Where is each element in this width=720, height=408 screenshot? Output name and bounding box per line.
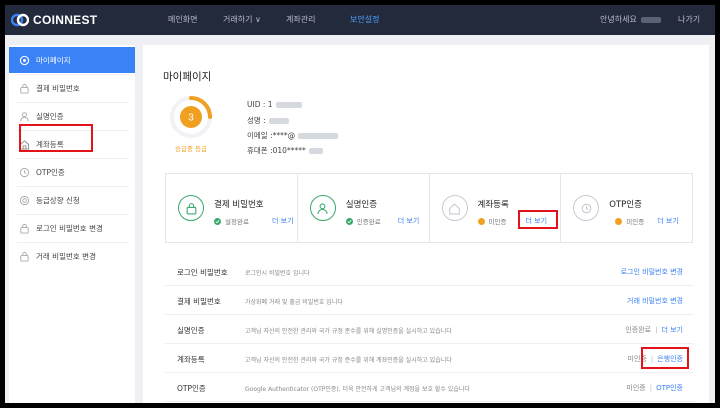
card-title: 결제 비밀번호 bbox=[214, 200, 264, 210]
row-name: 로그인 비밀번호 bbox=[177, 268, 228, 277]
card-otp: OTP인증 미인증 더 보기 bbox=[561, 174, 692, 242]
sidebar-item-label: 등급상향 신청 bbox=[36, 195, 80, 205]
coinnest-logo-icon bbox=[11, 12, 29, 28]
card-more-link[interactable]: 더 보기 bbox=[657, 216, 679, 226]
logout-link[interactable]: 나가기 bbox=[678, 14, 700, 25]
row-name: OTP인증 bbox=[177, 384, 206, 393]
main-panel: 마이페이지 3 승급중 등급 UID : 1 성명 : 이메일 :****@ 휴… bbox=[143, 45, 709, 403]
row-description: 가상화폐 거래 및 출금 비밀번호 입니다 bbox=[245, 299, 343, 306]
card-title: OTP인증 bbox=[609, 200, 642, 210]
sidebar-item-label: 거래 비밀번호 변경 bbox=[36, 251, 96, 261]
sidebar-item-otp[interactable]: OTP인증 bbox=[9, 159, 135, 185]
card-payment-password: 결제 비밀번호 설정완료 더 보기 bbox=[166, 174, 298, 242]
nav-item-account[interactable]: 계좌관리 bbox=[286, 14, 315, 25]
check-icon bbox=[345, 217, 353, 225]
highlight-box bbox=[641, 347, 689, 369]
card-more-link[interactable]: 더 보기 bbox=[398, 216, 420, 226]
row-description: 고객님 자산의 안전한 관리와 국가 규정 준수를 위해 계좌인증을 실시하고 … bbox=[245, 357, 452, 364]
card-account-registration: 계좌등록 미인증 더 보기 bbox=[430, 174, 562, 242]
card-title: 계좌등록 bbox=[477, 200, 509, 210]
row-name: 실명인증 bbox=[177, 326, 205, 335]
highlight-box bbox=[517, 210, 558, 229]
coinnest-logo[interactable]: COINNEST bbox=[11, 12, 97, 28]
gear-icon bbox=[18, 54, 30, 66]
person-icon bbox=[309, 195, 336, 221]
highlight-box bbox=[19, 124, 93, 152]
page-title: 마이페이지 bbox=[163, 71, 212, 83]
sidebar-item-trade-password-change[interactable]: 거래 비밀번호 변경 bbox=[9, 243, 135, 269]
table-row: 계좌등록 고객님 자산의 안전한 관리와 국가 규정 준수를 위해 계좌인증을 … bbox=[165, 344, 693, 373]
person-icon bbox=[18, 110, 30, 122]
sidebar-item-label: OTP인증 bbox=[36, 167, 65, 177]
row-description: 고객님 자산의 안전한 관리와 국가 규정 준수를 위해 실명인증을 실시하고 … bbox=[245, 328, 452, 335]
top-navigation: COINNEST 메인화면 거래하기 ∨ 계좌관리 보안설정 안녕하세요 나가기 bbox=[5, 5, 715, 35]
sidebar-item-grade-upgrade[interactable]: 등급상향 신청 bbox=[9, 187, 135, 213]
row-name: 결제 비밀번호 bbox=[177, 297, 221, 306]
row-action: 거래 비밀번호 변경 bbox=[627, 296, 683, 306]
change-trade-password-link[interactable]: 거래 비밀번호 변경 bbox=[627, 297, 683, 305]
app-window: COINNEST 메인화면 거래하기 ∨ 계좌관리 보안설정 안녕하세요 나가기… bbox=[5, 5, 715, 403]
grade-label: 승급중 등급 bbox=[175, 145, 207, 153]
row-description: 로그인시 비밀번호 입니다 bbox=[245, 270, 310, 277]
nav-item-main[interactable]: 메인화면 bbox=[168, 14, 197, 25]
card-title: 실명인증 bbox=[345, 200, 378, 210]
lock-icon bbox=[18, 250, 30, 262]
username-blur bbox=[640, 16, 661, 23]
sidebar-item-label: 마이페이지 bbox=[36, 55, 71, 65]
table-row: 로그인 비밀번호 로그인시 비밀번호 입니다 로그인 비밀번호 변경 bbox=[165, 257, 693, 286]
row-name: 계좌등록 bbox=[177, 355, 205, 364]
sidebar-item-label: 로그인 비밀번호 변경 bbox=[36, 223, 103, 233]
sidebar-item-label: 실명인증 bbox=[36, 111, 64, 121]
nav-item-trade[interactable]: 거래하기 ∨ bbox=[223, 14, 261, 25]
lock-icon bbox=[18, 82, 30, 94]
otp-icon bbox=[573, 195, 600, 221]
security-cards: 결제 비밀번호 설정완료 더 보기 실명인증 인증완료 더 보기 계좌등록 미인… bbox=[165, 173, 693, 243]
sidebar-item-login-password-change[interactable]: 로그인 비밀번호 변경 bbox=[9, 215, 135, 241]
row-action: 로그인 비밀번호 변경 bbox=[621, 267, 683, 277]
check-icon bbox=[214, 217, 221, 225]
card-more-link[interactable]: 더 보기 bbox=[272, 216, 294, 226]
row-status: 미인증 bbox=[626, 384, 646, 392]
row-description: Google Authenticator (OTP인증), 더욱 안전하게 고객… bbox=[245, 386, 470, 393]
logo-text: COINNEST bbox=[33, 13, 98, 27]
card-identity: 실명인증 인증완료 더 보기 bbox=[298, 174, 430, 242]
card-status: 인증완료 bbox=[345, 216, 381, 226]
row-action: 미인증 | OTP인증 bbox=[626, 384, 683, 392]
otp-link[interactable]: OTP인증 bbox=[656, 384, 683, 392]
sidebar-item-label: 결제 비밀번호 bbox=[36, 83, 80, 93]
info-email: 이메일 :****@ bbox=[247, 130, 339, 141]
table-row: 실명인증 고객님 자산의 안전한 관리와 국가 규정 준수를 위해 실명인증을 … bbox=[165, 315, 693, 344]
change-login-password-link[interactable]: 로그인 비밀번호 변경 bbox=[621, 268, 683, 276]
table-row: 결제 비밀번호 가상화폐 거래 및 출금 비밀번호 입니다 거래 비밀번호 변경 bbox=[165, 286, 693, 315]
pending-icon bbox=[615, 217, 623, 225]
card-status: 미인증 bbox=[615, 216, 644, 226]
sidebar-item-mypage[interactable]: 마이페이지 bbox=[9, 47, 135, 73]
info-uid: UID : 1 bbox=[247, 100, 302, 109]
greeting: 안녕하세요 bbox=[600, 14, 661, 25]
upgrade-icon bbox=[18, 194, 30, 206]
row-action: 인증완료 | 더 보기 bbox=[625, 326, 683, 334]
nav-item-security[interactable]: 보안설정 bbox=[350, 14, 379, 25]
pending-icon bbox=[477, 217, 485, 225]
sidebar: 마이페이지 결제 비밀번호 실명인증 계좌등록 OTP인증 등급상향 신청 로그… bbox=[9, 45, 135, 403]
info-name: 성명 : bbox=[247, 115, 289, 126]
grade-value: 3 bbox=[188, 113, 194, 124]
card-status: 미인증 bbox=[477, 216, 506, 226]
home-icon bbox=[441, 195, 468, 221]
security-settings-list: 로그인 비밀번호 로그인시 비밀번호 입니다 로그인 비밀번호 변경 결제 비밀… bbox=[165, 257, 693, 402]
grade-ring: 3 bbox=[169, 95, 213, 139]
row-status: 인증완료 bbox=[625, 326, 652, 334]
card-status: 설정완료 bbox=[214, 216, 249, 226]
table-row: OTP인증 Google Authenticator (OTP인증), 더욱 안… bbox=[165, 373, 693, 402]
otp-icon bbox=[18, 166, 30, 178]
lock-icon bbox=[178, 195, 204, 221]
identity-more-link[interactable]: 더 보기 bbox=[661, 326, 683, 334]
info-phone: 휴대폰 :010***** bbox=[247, 145, 323, 156]
lock-icon bbox=[18, 222, 30, 234]
sidebar-item-payment-password[interactable]: 결제 비밀번호 bbox=[9, 75, 135, 101]
